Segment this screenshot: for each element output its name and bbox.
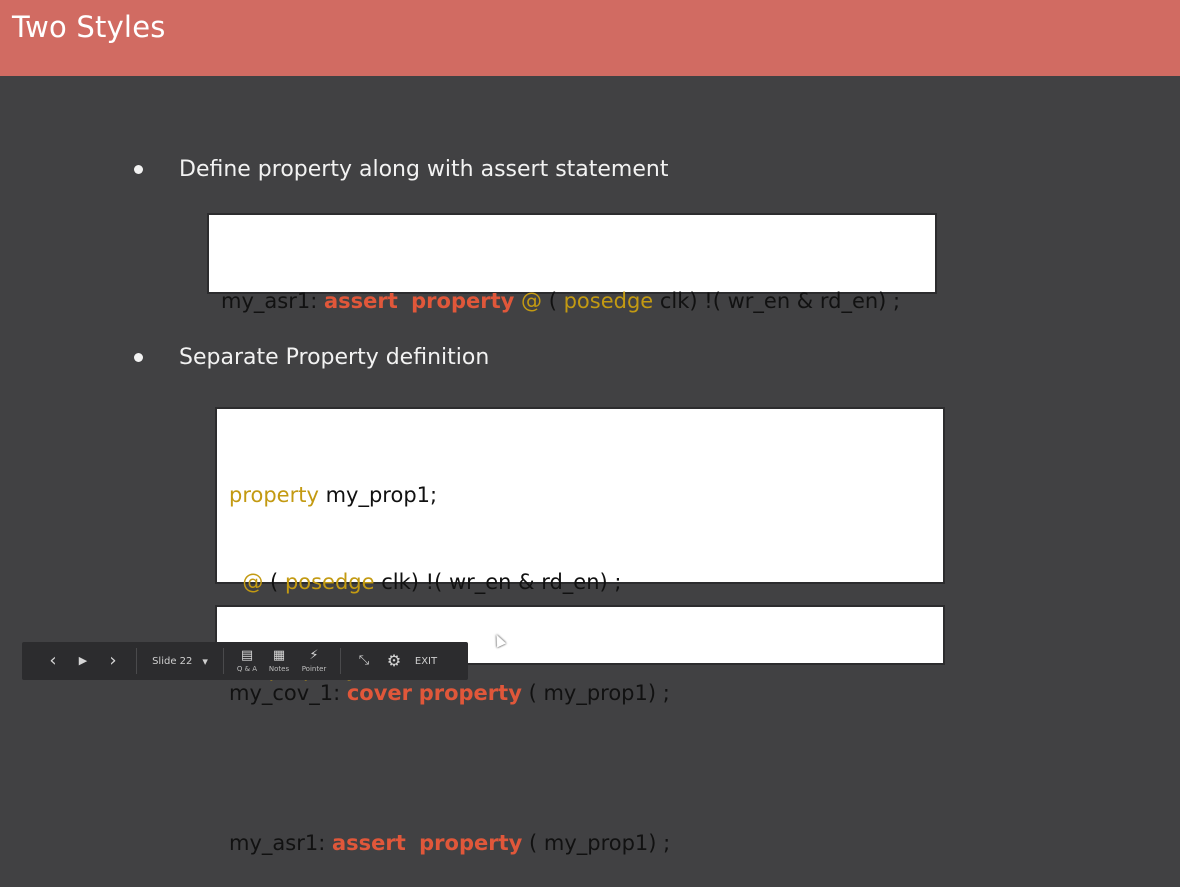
bullet-text: Separate Property definition [179, 345, 490, 370]
bullet-item-1: Define property along with assert statem… [134, 157, 668, 182]
keyword-property: property [419, 831, 523, 855]
notes-button[interactable]: ▦ Notes [262, 642, 296, 680]
bullet-dot [134, 353, 143, 362]
laser-pointer-icon: ⚡ [309, 647, 319, 663]
chevron-left-icon: ‹ [49, 650, 57, 671]
exit-button[interactable]: EXIT [409, 642, 443, 680]
qa-button[interactable]: ▤ Q & A [232, 642, 262, 680]
exit-label: EXIT [414, 655, 438, 667]
exit-fullscreen-icon: ⤡ [358, 653, 370, 668]
pointer-button[interactable]: ⚡ Pointer [296, 642, 332, 680]
gear-icon: ⚙ [386, 651, 402, 670]
play-button[interactable]: ▶ [68, 642, 98, 680]
qa-label: Q & A [236, 664, 258, 673]
keyword-at: @ [242, 570, 264, 594]
slide-selector[interactable]: Slide 22 ▾ [145, 642, 215, 680]
previous-slide-button[interactable]: ‹ [38, 642, 68, 680]
slide-number-label: Slide 22 [152, 655, 193, 667]
toolbar-divider [223, 648, 224, 674]
code-box-separate-property: property my_prop1; @ ( posedge clk) !( w… [215, 407, 945, 855]
notes-icon: ▦ [272, 647, 286, 663]
code-box-inline-assert: my_asr1: assert property @ ( posedge clk… [207, 213, 937, 313]
slide-title: Two Styles [12, 10, 166, 44]
chevron-right-icon: › [109, 650, 117, 671]
pointer-label: Pointer [301, 664, 327, 673]
code-line: property my_prop1; [229, 483, 438, 507]
presenter-toolbar: ‹ ▶ › Slide 22 ▾ ▤ Q & A ▦ Notes ⚡ Point… [22, 642, 468, 680]
code-line: my_cov_1: cover property ( my_prop1) ; [229, 681, 670, 705]
keyword-posedge: posedge [563, 289, 654, 313]
code-line: my_asr1: assert property @ ( posedge clk… [221, 289, 901, 313]
bullet-item-2: Separate Property definition [134, 345, 489, 370]
play-icon: ▶ [78, 654, 88, 667]
code-line: my_asr1: assert property ( my_prop1) ; [229, 831, 671, 855]
slide-header: Two Styles [0, 0, 1180, 76]
exit-fullscreen-button[interactable]: ⤡ [349, 642, 379, 680]
next-slide-button[interactable]: › [98, 642, 128, 680]
code-line: @ ( posedge clk) !( wr_en & rd_en) ; [242, 570, 622, 594]
toolbar-divider [340, 648, 341, 674]
toolbar-divider [136, 648, 137, 674]
bullet-dot [134, 165, 143, 174]
settings-button[interactable]: ⚙ [379, 642, 409, 680]
keyword-assert: assert [331, 831, 406, 855]
keyword-at: @ [521, 289, 542, 313]
notes-label: Notes [268, 664, 290, 673]
chat-bubble-icon: ▤ [240, 647, 254, 663]
keyword-cover: cover [346, 681, 413, 705]
keyword-property: property [229, 483, 319, 507]
keyword-property: property [418, 681, 522, 705]
chevron-down-icon: ▾ [202, 654, 208, 668]
keyword-property: property [411, 289, 515, 313]
bullet-text: Define property along with assert statem… [179, 157, 669, 182]
keyword-posedge: posedge [284, 570, 375, 594]
keyword-assert: assert [323, 289, 398, 313]
